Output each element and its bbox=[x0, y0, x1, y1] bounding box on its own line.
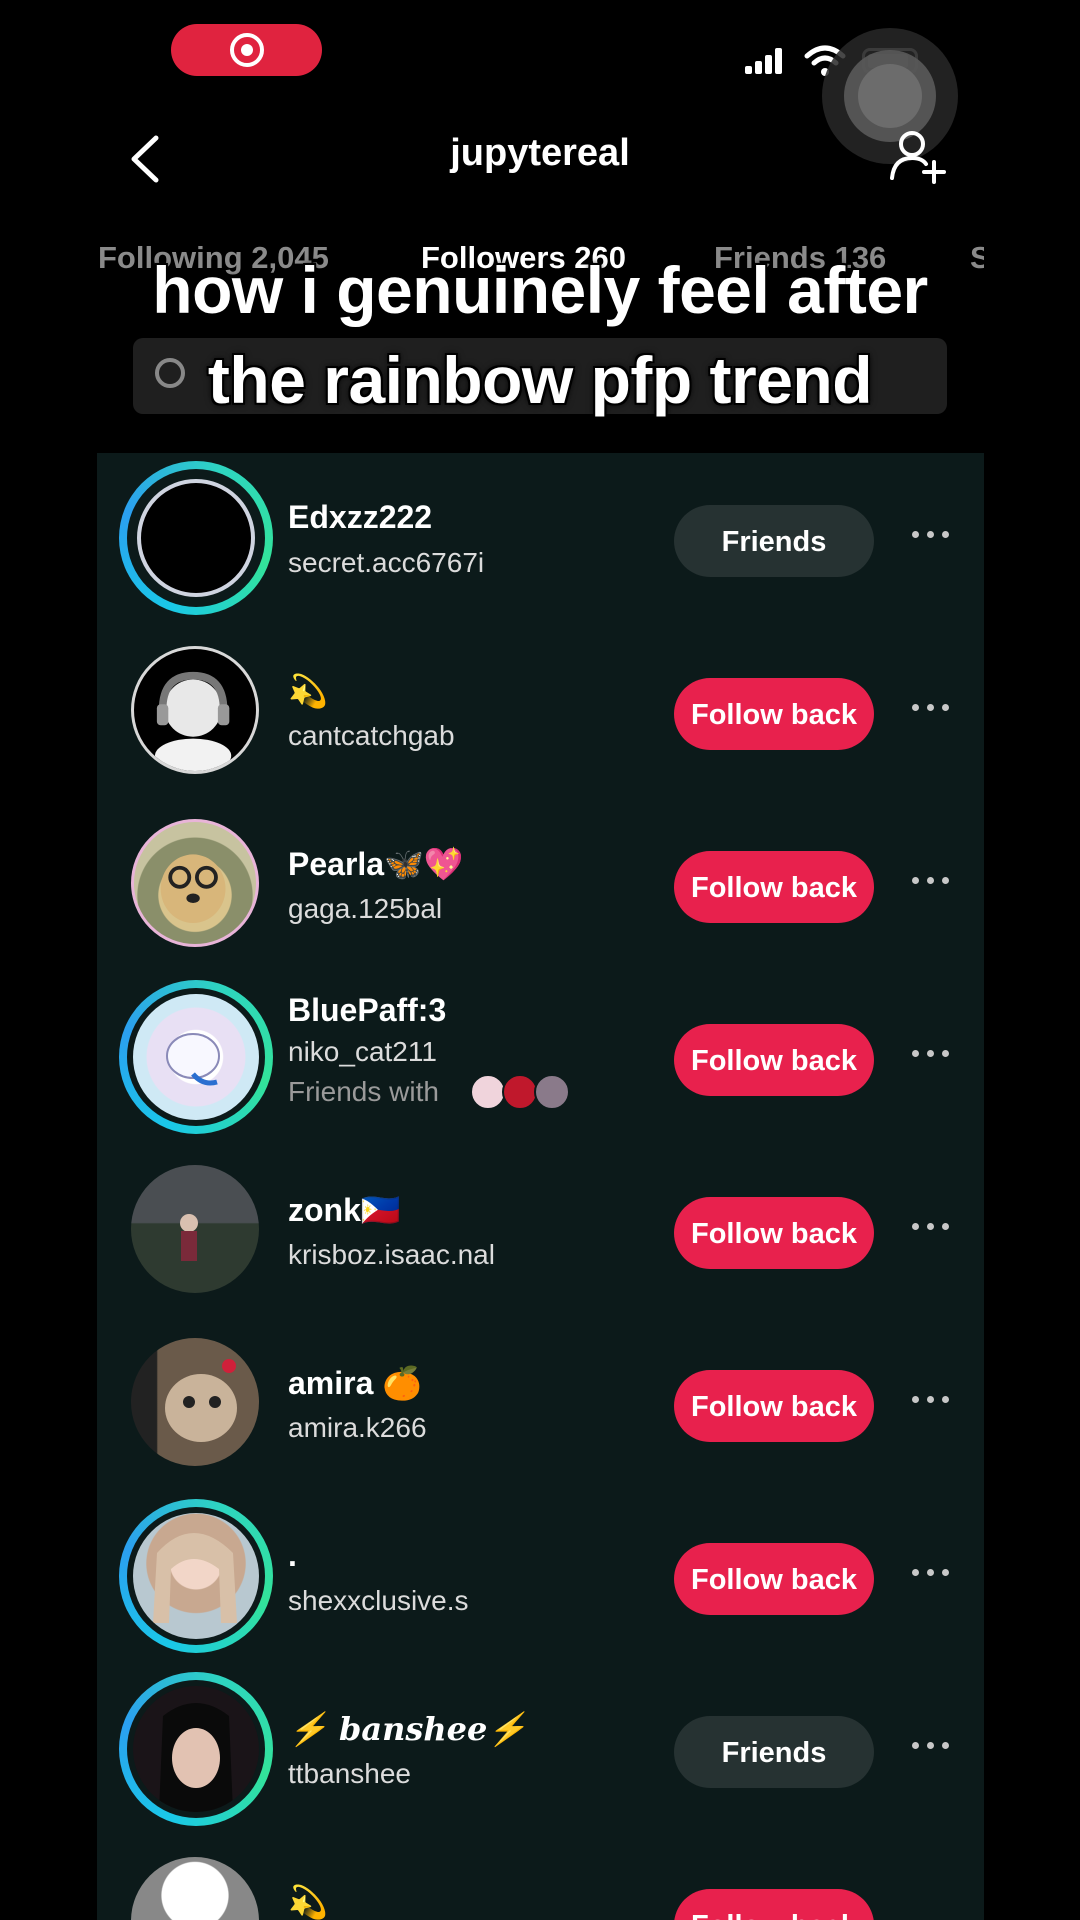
friends-button[interactable]: Friends bbox=[674, 505, 874, 577]
list-item[interactable]: Pearla🦋💖 gaga.125bal Follow back bbox=[97, 799, 984, 972]
mutual-avatar bbox=[470, 1074, 506, 1110]
display-name: Edxzz222 bbox=[288, 499, 433, 535]
friends-button[interactable]: Friends bbox=[674, 1716, 874, 1788]
screen-record-indicator[interactable] bbox=[171, 24, 322, 76]
display-name: amira 🍊 bbox=[288, 1365, 423, 1401]
follow-back-button[interactable]: Follow back bbox=[674, 851, 874, 923]
more-options-icon[interactable] bbox=[912, 1050, 952, 1062]
avatar[interactable] bbox=[119, 807, 273, 961]
caption-line-1: how i genuinely feel after bbox=[152, 253, 928, 327]
avatar[interactable] bbox=[119, 461, 273, 615]
username: shexxclusive.s bbox=[288, 1585, 469, 1616]
username: secret.acc6767i bbox=[288, 547, 485, 578]
more-options-icon[interactable] bbox=[912, 1223, 952, 1235]
follow-back-button[interactable]: Follow back bbox=[674, 1543, 874, 1615]
display-name: . bbox=[288, 1537, 297, 1573]
list-item[interactable]: amira 🍊 amira.k266 Follow back bbox=[97, 1318, 984, 1491]
display-name: 💫 bbox=[288, 1883, 328, 1920]
more-options-icon[interactable] bbox=[912, 1396, 952, 1408]
username: gaga.125bal bbox=[288, 893, 443, 924]
mutual-avatar bbox=[502, 1074, 538, 1110]
display-name: Pearla🦋💖 bbox=[288, 846, 464, 882]
list-item[interactable]: . shexxclusive.s Follow back bbox=[97, 1491, 984, 1664]
follow-back-button[interactable]: Follow back bbox=[674, 1889, 874, 1920]
username: niko_cat211 bbox=[288, 1036, 437, 1067]
more-options-icon[interactable] bbox=[912, 531, 952, 543]
list-item[interactable]: zonk🇵🇭 krisboz.isaac.nal Follow back bbox=[97, 1145, 984, 1318]
avatar[interactable] bbox=[119, 1672, 273, 1826]
avatar[interactable] bbox=[119, 1153, 273, 1307]
username: ttbanshee bbox=[288, 1758, 411, 1789]
username: cantcatchgab bbox=[288, 720, 455, 751]
more-options-icon[interactable] bbox=[912, 1569, 952, 1581]
avatar[interactable] bbox=[119, 634, 273, 788]
caption-line-2: the rainbow pfp trend bbox=[207, 343, 873, 417]
friends-with-label: Friends with bbox=[288, 1076, 439, 1107]
username: krisboz.isaac.nal bbox=[288, 1239, 495, 1270]
add-user-icon[interactable] bbox=[890, 128, 946, 184]
avatar[interactable] bbox=[119, 1845, 273, 1920]
display-name: BluePaff:3 bbox=[288, 992, 447, 1028]
list-item[interactable]: ⚡ banshee⚡ ttbanshee Friends bbox=[97, 1664, 984, 1837]
display-name: zonk🇵🇭 bbox=[288, 1192, 401, 1228]
more-options-icon[interactable] bbox=[912, 877, 952, 889]
username: amira.k266 bbox=[288, 1412, 427, 1443]
more-options-icon[interactable] bbox=[912, 1742, 952, 1754]
list-item[interactable]: 💫 Follow back bbox=[97, 1837, 984, 1920]
display-name: ⚡ banshee⚡ bbox=[288, 1710, 528, 1748]
avatar[interactable] bbox=[119, 1499, 273, 1653]
list-item[interactable]: Edxzz222 secret.acc6767i Friends bbox=[97, 453, 984, 626]
follow-back-button[interactable]: Follow back bbox=[674, 1024, 874, 1096]
screen-record-icon bbox=[230, 33, 264, 67]
followers-list: Edxzz222 secret.acc6767i Friends 💫 cantc… bbox=[97, 453, 984, 1920]
avatar[interactable] bbox=[119, 1326, 273, 1480]
mutual-avatar bbox=[534, 1074, 570, 1110]
signal-icon bbox=[745, 48, 785, 74]
list-item[interactable]: 💫 cantcatchgab Follow back bbox=[97, 626, 984, 799]
follow-back-button[interactable]: Follow back bbox=[674, 678, 874, 750]
avatar[interactable] bbox=[119, 980, 273, 1134]
follow-back-button[interactable]: Follow back bbox=[674, 1370, 874, 1442]
display-name: 💫 bbox=[288, 672, 328, 710]
list-item[interactable]: BluePaff:3 niko_cat211 Friends with Foll… bbox=[97, 972, 984, 1145]
follow-back-button[interactable]: Follow back bbox=[674, 1197, 874, 1269]
more-options-icon[interactable] bbox=[912, 704, 952, 716]
